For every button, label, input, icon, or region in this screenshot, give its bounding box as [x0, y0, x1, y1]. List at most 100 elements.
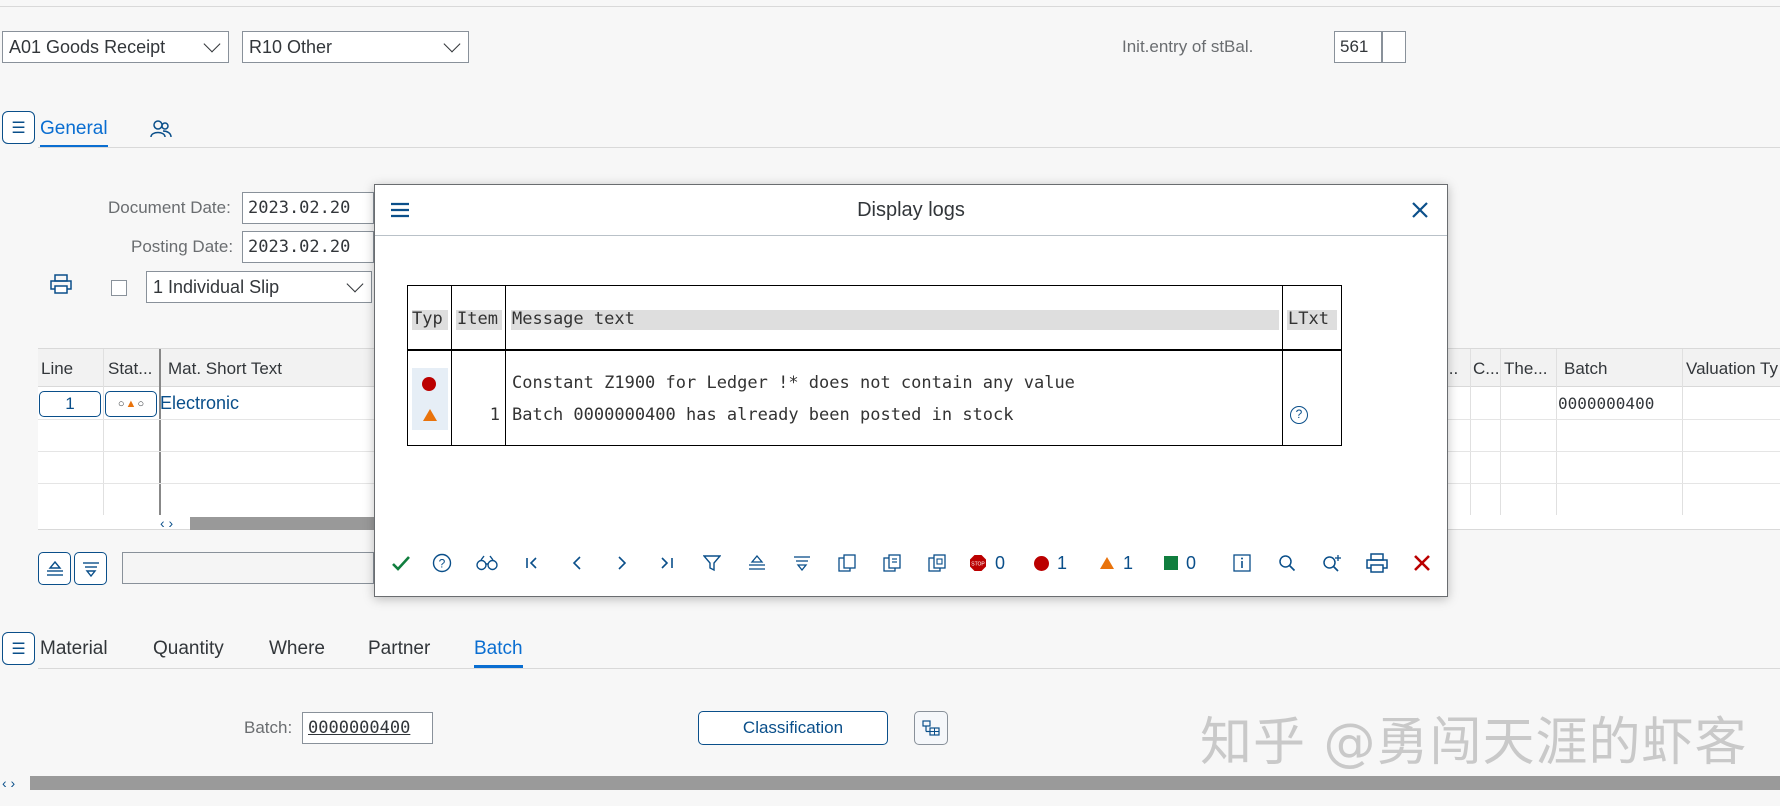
dialog-title: Display logs	[857, 198, 965, 221]
movement-type-value: A01 Goods Receipt	[9, 36, 166, 57]
table-command-field[interactable]	[122, 552, 374, 584]
last-page-icon[interactable]	[644, 547, 689, 579]
success-square-icon	[1164, 556, 1178, 570]
page-scroll-arrows[interactable]: ‹ ›	[2, 775, 15, 791]
posting-date-label: Posting Date:	[131, 237, 234, 256]
tab-quantity[interactable]: Quantity	[153, 638, 224, 660]
log-header-divider	[408, 349, 1341, 351]
movement-code-field[interactable]: 561	[1334, 31, 1382, 63]
tab-general[interactable]: General	[40, 118, 108, 148]
sort-descending-icon[interactable]	[779, 547, 824, 579]
grid-line	[1682, 349, 1683, 515]
grid-line	[103, 349, 104, 515]
classification-button[interactable]: Classification	[698, 711, 888, 745]
status-empty-circle-icon: ○	[117, 398, 125, 410]
movement-code-help-button[interactable]	[1382, 31, 1406, 63]
log-row-2-text[interactable]: Batch 0000000400 has already been posted…	[512, 405, 1014, 425]
partner-group-icon[interactable]	[150, 119, 172, 144]
batch-hierarchy-icon[interactable]	[914, 711, 948, 745]
close-icon[interactable]	[1411, 201, 1431, 221]
reference-dropdown[interactable]: R10 Other	[242, 31, 469, 63]
find-binoculars-icon[interactable]	[464, 547, 509, 579]
status-empty-circle-icon: ○	[137, 398, 145, 410]
warning-status-icon	[422, 407, 438, 427]
chevron-down-icon	[346, 275, 364, 293]
chevron-down-icon	[203, 35, 221, 53]
menu-icon[interactable]	[389, 199, 413, 223]
help-icon[interactable]: ?	[419, 547, 464, 579]
tab-where[interactable]: Where	[269, 638, 325, 660]
previous-page-icon[interactable]	[554, 547, 599, 579]
batch-field[interactable]: 0000000400	[302, 712, 433, 744]
status-icons-cell[interactable]: ○ ▲ ○	[105, 391, 157, 417]
dialog-toolbar: ? STOP 0 1 1 0	[375, 541, 1447, 585]
tab-batch[interactable]: Batch	[474, 638, 523, 668]
error-count[interactable]: 1	[1024, 553, 1089, 574]
status-warning-triangle-icon: ▲	[125, 398, 137, 410]
tab-partner[interactable]: Partner	[368, 638, 430, 660]
svg-text:?: ?	[438, 557, 445, 571]
column-header-line[interactable]: Line	[41, 359, 73, 379]
posting-date-field[interactable]: 2023.02.20	[242, 231, 374, 263]
information-icon[interactable]	[1219, 547, 1264, 579]
copy-layout-icon[interactable]	[824, 547, 869, 579]
print-icon[interactable]	[1354, 547, 1399, 579]
collapse-detail-icon[interactable]: ☰	[2, 632, 35, 665]
cancel-x-icon[interactable]	[1399, 547, 1444, 579]
scroll-arrows[interactable]: ‹ ›	[160, 515, 173, 531]
column-header-the[interactable]: The...	[1504, 359, 1547, 379]
print-option-dropdown[interactable]: 1 Individual Slip	[146, 271, 372, 303]
search-next-icon[interactable]	[1309, 547, 1354, 579]
warning-count-value: 1	[1123, 552, 1134, 573]
filter-funnel-icon[interactable]	[689, 547, 734, 579]
line-number-cell[interactable]: 1	[39, 391, 101, 417]
long-text-help-icon[interactable]: ?	[1290, 406, 1308, 424]
filter-button[interactable]	[74, 552, 107, 585]
error-status-icon	[422, 377, 436, 391]
mat-short-text-cell[interactable]: Electronic	[160, 393, 239, 414]
log-header-typ[interactable]: Typ	[412, 309, 443, 329]
movement-type-dropdown[interactable]: A01 Goods Receipt	[2, 31, 229, 63]
first-page-icon[interactable]	[509, 547, 554, 579]
print-option-value: 1 Individual Slip	[153, 276, 280, 297]
dialog-title-bar: Display logs	[375, 185, 1447, 236]
log-header-ltxt[interactable]: LTxt	[1288, 309, 1329, 329]
print-checkbox[interactable]	[111, 280, 127, 296]
accept-check-icon[interactable]	[391, 547, 419, 579]
log-row-1-text[interactable]: Constant Z1900 for Ledger !* does not co…	[512, 373, 1075, 393]
stop-count[interactable]: STOP 0	[959, 553, 1024, 574]
change-layout-icon[interactable]	[869, 547, 914, 579]
search-icon[interactable]	[1264, 547, 1309, 579]
chevron-down-icon	[443, 35, 461, 53]
page-horizontal-scrollbar[interactable]	[30, 776, 1780, 790]
tab-strip-divider	[38, 147, 1780, 148]
stop-count-value: 0	[995, 552, 1006, 573]
display-logs-dialog: Display logs Typ Item Message text LTxt …	[374, 184, 1448, 597]
column-header-status[interactable]: Stat...	[108, 359, 156, 379]
success-count[interactable]: 0	[1154, 553, 1219, 574]
sort-ascending-icon[interactable]	[734, 547, 779, 579]
select-layout-icon[interactable]	[914, 547, 959, 579]
select-all-button[interactable]	[38, 552, 71, 585]
column-header-batch[interactable]: Batch	[1564, 359, 1607, 379]
log-table: Typ Item Message text LTxt Constant Z190…	[407, 285, 1342, 446]
grid-line	[1470, 349, 1471, 515]
grid-line	[1500, 349, 1501, 515]
stop-sign-icon: STOP	[970, 555, 986, 571]
batch-cell[interactable]: 0000000400	[1558, 394, 1654, 413]
fixed-column-divider	[159, 349, 161, 515]
column-header-valuation-type[interactable]: Valuation Ty	[1686, 359, 1780, 379]
log-header-message-text[interactable]: Message text	[512, 309, 635, 329]
warning-count[interactable]: 1	[1089, 553, 1154, 574]
column-header-mat-short-text[interactable]: Mat. Short Text	[168, 359, 282, 379]
movement-type-label: Init.entry of stBal.	[1122, 37, 1254, 56]
tab-material[interactable]: Material	[40, 638, 108, 660]
document-date-field[interactable]: 2023.02.20	[242, 192, 374, 224]
reference-value: R10 Other	[249, 36, 333, 57]
watermark: 知乎 @勇闯天涯的虾客	[1200, 713, 1748, 773]
next-page-icon[interactable]	[599, 547, 644, 579]
success-count-value: 0	[1186, 552, 1197, 573]
log-header-item[interactable]: Item	[457, 309, 498, 329]
collapse-panel-icon[interactable]: ☰	[2, 111, 35, 144]
column-header-c[interactable]: C...	[1473, 359, 1499, 379]
